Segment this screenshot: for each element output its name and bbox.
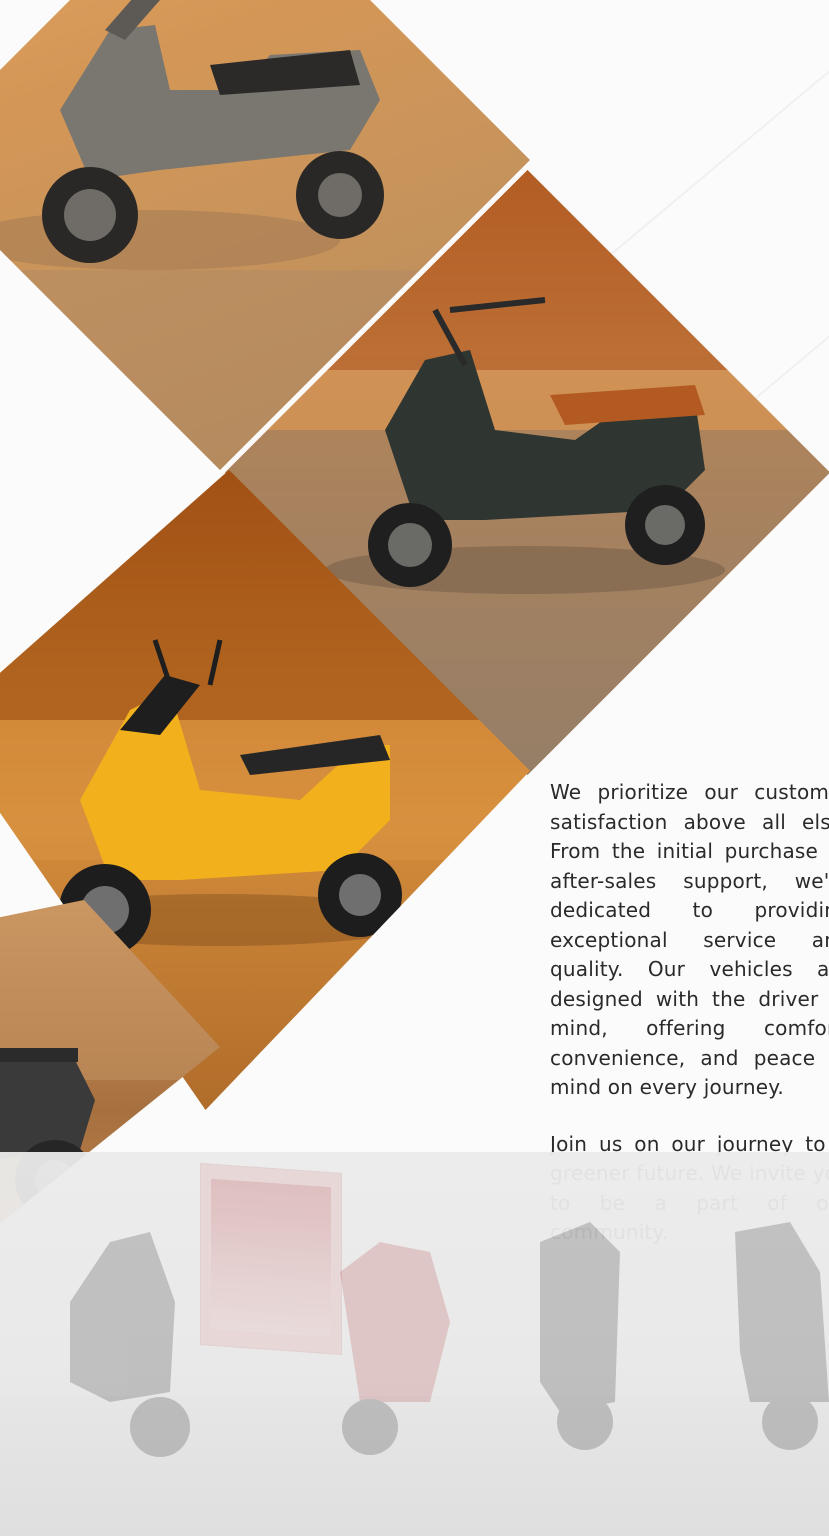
- about-paragraph-1: We prioritize our customer satisfaction …: [550, 780, 829, 1099]
- about-section: We prioritize our customer satisfaction …: [0, 0, 829, 1536]
- showroom-photo: [0, 1152, 829, 1536]
- decorative-stroke: [608, 0, 829, 257]
